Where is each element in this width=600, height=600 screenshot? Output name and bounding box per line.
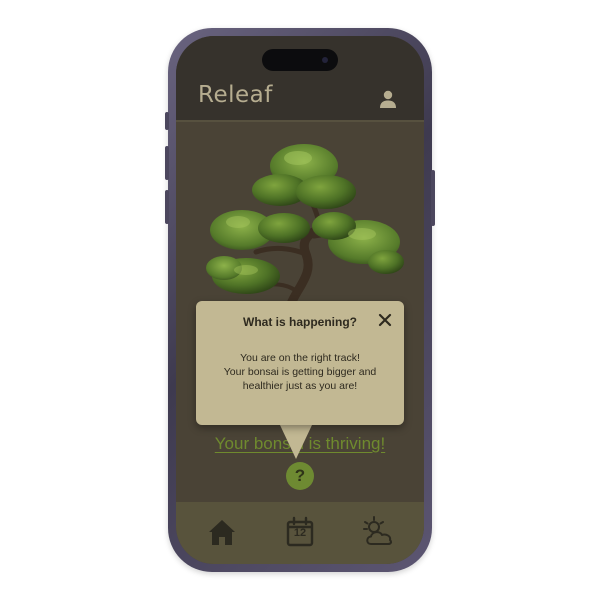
bottom-nav: 12 bbox=[176, 502, 424, 564]
power-button bbox=[431, 170, 435, 226]
popup-message: You are on the right track! Your bonsai … bbox=[210, 351, 390, 393]
nav-weather[interactable] bbox=[360, 514, 396, 550]
camera-dot bbox=[322, 57, 328, 63]
home-icon bbox=[209, 520, 235, 545]
nav-calendar[interactable]: 12 bbox=[282, 514, 318, 550]
popup-message-line: healthier just as you are! bbox=[242, 380, 358, 392]
volume-up-button bbox=[165, 146, 169, 180]
close-icon[interactable] bbox=[376, 311, 394, 329]
action-button bbox=[165, 112, 169, 130]
nav-home[interactable] bbox=[204, 514, 240, 550]
dynamic-island bbox=[262, 49, 338, 71]
weather-icon bbox=[363, 516, 393, 545]
volume-down-button bbox=[165, 190, 169, 224]
phone-screen: Releaf Your bonsai is thriving! ? What i… bbox=[176, 36, 424, 564]
info-popup: What is happening? You are on the right … bbox=[196, 301, 404, 425]
calendar-date: 12 bbox=[293, 527, 307, 539]
bonsai-tree-image bbox=[194, 136, 414, 311]
popup-message-line: Your bonsai is getting bigger and bbox=[223, 366, 377, 378]
popup-pointer bbox=[280, 425, 312, 459]
help-button[interactable]: ? bbox=[286, 462, 314, 490]
popup-message-line: You are on the right track! bbox=[240, 352, 360, 364]
stage: Releaf Your bonsai is thriving! ? What i… bbox=[0, 0, 600, 600]
app-title: Releaf bbox=[198, 82, 273, 108]
user-icon[interactable] bbox=[378, 89, 398, 109]
app-header: Releaf bbox=[176, 36, 424, 122]
popup-title: What is happening? bbox=[243, 315, 357, 329]
